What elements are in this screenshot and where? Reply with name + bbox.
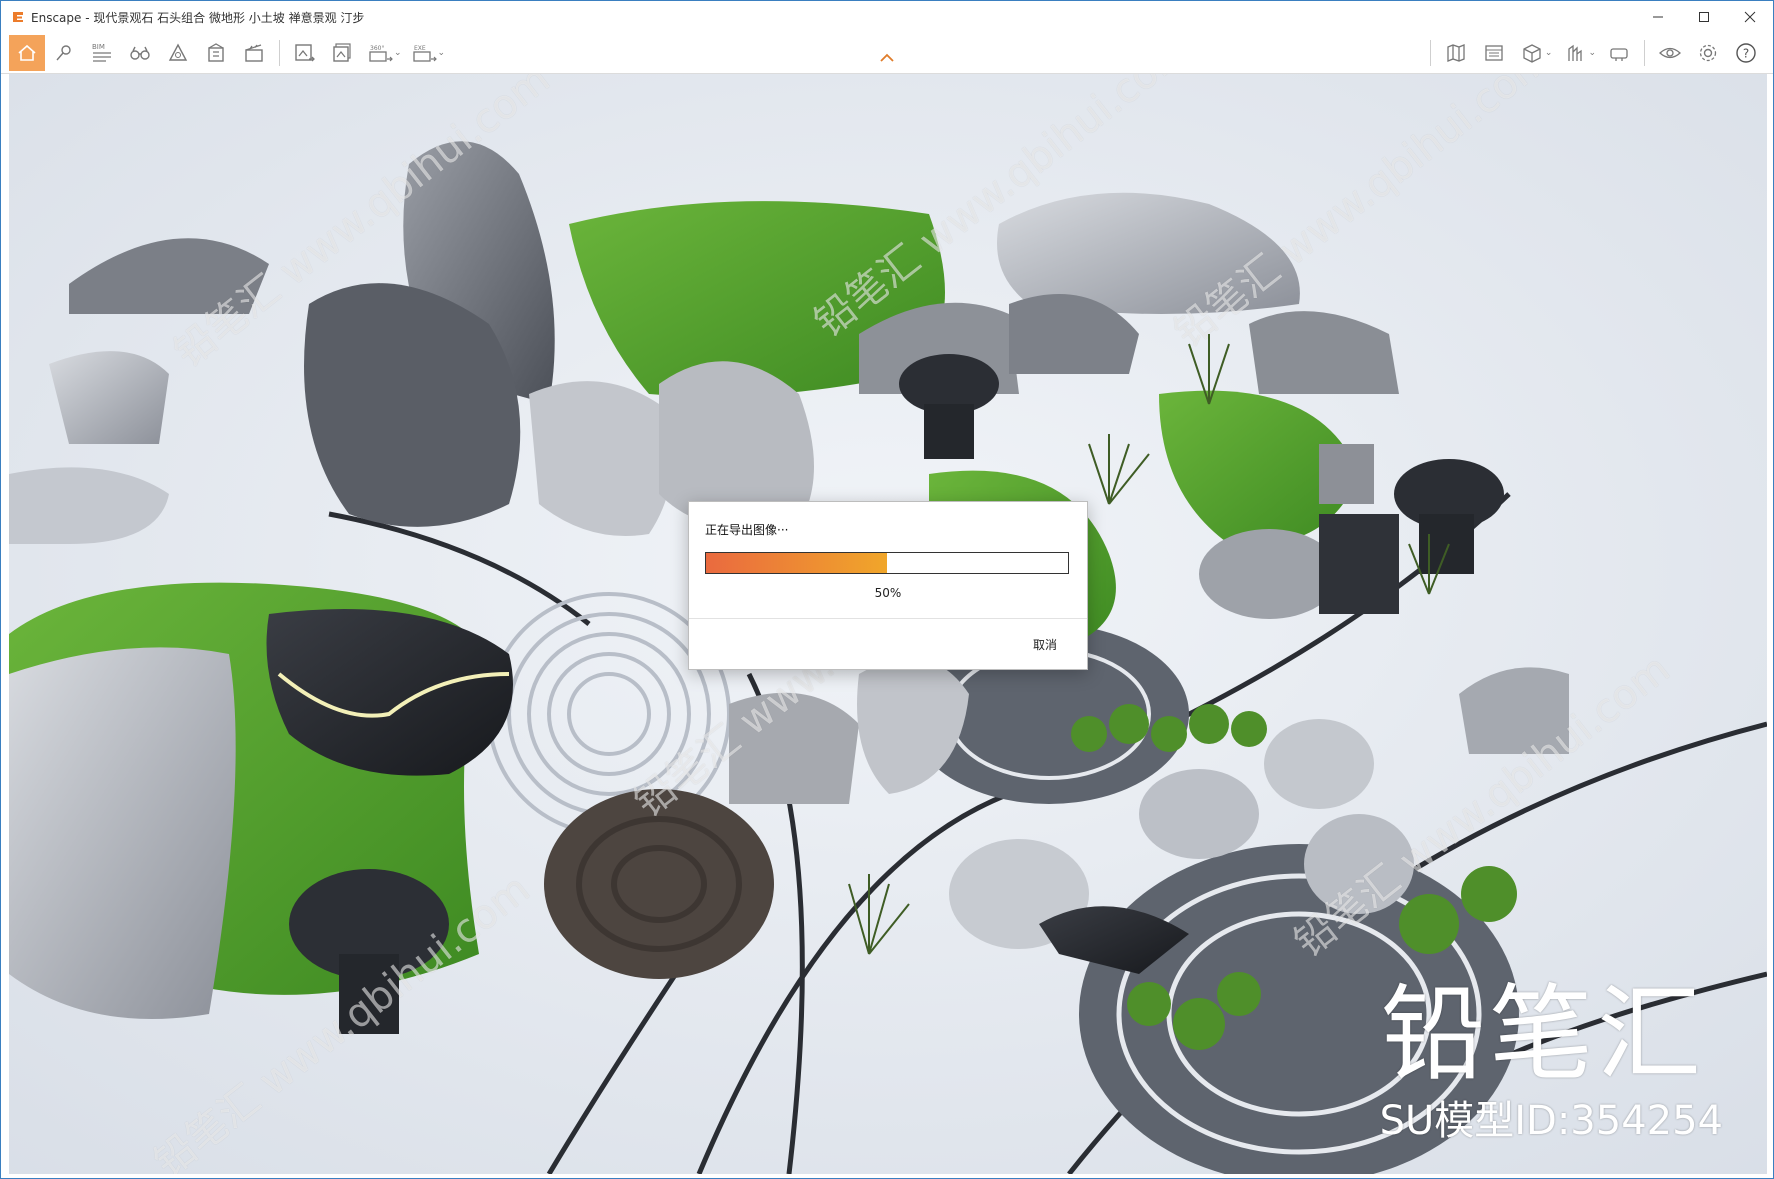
maximize-icon <box>1699 12 1709 22</box>
walk-mode-button[interactable] <box>1556 35 1594 71</box>
bim-button[interactable]: BIM <box>83 35 121 71</box>
home-button[interactable] <box>9 35 45 71</box>
building-icon <box>208 43 224 62</box>
collapse-toolbar-chevron-icon[interactable] <box>879 51 895 67</box>
binoculars-icon <box>130 46 150 60</box>
general-settings-button[interactable] <box>1689 35 1727 71</box>
title-bar: Enscape - 现代景观石 石头组合 微地形 小土坡 禅意景观 汀步 <box>1 1 1773 33</box>
exe-export-icon: EXE <box>412 45 437 62</box>
dialog-title: 正在导出图像··· <box>705 523 789 537</box>
svg-text:360°: 360° <box>370 45 384 52</box>
cube-icon <box>1523 44 1541 63</box>
close-icon <box>1744 11 1756 23</box>
export-progress-bar <box>705 552 1069 574</box>
progress-percent-label: 50% <box>874 586 902 600</box>
asset-library-icon <box>168 43 188 61</box>
cancel-button[interactable]: 取消 <box>1033 636 1057 653</box>
main-toolbar: BIM 360° ⌄ EXE ⌄ ⌄ ⌄ ? <box>1 33 1773 74</box>
vr-headset-icon <box>1610 48 1628 61</box>
export-exe-button[interactable]: EXE <box>406 35 444 71</box>
home-icon <box>18 44 36 61</box>
eye-icon <box>1659 47 1681 59</box>
svg-text:?: ? <box>1743 47 1749 61</box>
minimap-icon <box>1485 45 1503 61</box>
asset-library-button[interactable] <box>159 35 197 71</box>
svg-text:EXE: EXE <box>414 45 426 52</box>
dialog-divider <box>689 618 1087 619</box>
views-button[interactable] <box>121 35 159 71</box>
enscape-logo-icon <box>13 12 23 22</box>
bim-icon: BIM <box>92 43 111 62</box>
materials-button[interactable] <box>197 35 235 71</box>
minimize-icon <box>1653 16 1663 18</box>
toolbar-separator <box>279 40 280 66</box>
video-editor-button[interactable] <box>235 35 273 71</box>
minimap-button[interactable] <box>1475 35 1513 71</box>
batch-render-icon <box>333 43 351 62</box>
location-button[interactable] <box>45 35 83 71</box>
orthographic-view-button[interactable] <box>1513 35 1551 71</box>
help-button[interactable]: ? <box>1727 35 1765 71</box>
batch-render-button[interactable] <box>324 35 362 71</box>
close-button[interactable] <box>1727 1 1773 33</box>
visual-settings-button[interactable] <box>1651 35 1689 71</box>
clapperboard-icon <box>245 44 263 62</box>
progress-fill <box>706 553 887 573</box>
brand-logo-text: 铅笔汇 <box>1380 973 1705 1095</box>
svg-text:BIM: BIM <box>92 43 105 51</box>
screenshot-icon <box>295 44 315 62</box>
walk-mode-icon <box>1568 44 1583 61</box>
model-id-text: SU模型ID:354254 <box>1379 1098 1723 1144</box>
enscape-window: Enscape - 现代景观石 石头组合 微地形 小土坡 禅意景观 汀步 BIM… <box>0 0 1774 1179</box>
toolbar-separator <box>1644 40 1645 66</box>
screenshot-button[interactable] <box>286 35 324 71</box>
toolbar-separator <box>1429 40 1431 66</box>
maximize-button[interactable] <box>1681 1 1727 33</box>
map-pin-icon <box>56 45 71 61</box>
map-button[interactable] <box>1437 35 1475 71</box>
export-progress-dialog: 正在导出图像··· 50% 取消 <box>688 501 1088 670</box>
panorama-icon: 360° <box>369 45 393 62</box>
help-icon: ? <box>1736 43 1756 63</box>
minimize-button[interactable] <box>1635 1 1681 33</box>
vr-headset-button[interactable] <box>1600 35 1638 71</box>
panorama-button[interactable]: 360° <box>362 35 400 71</box>
window-title: Enscape - 现代景观石 石头组合 微地形 小土坡 禅意景观 汀步 <box>31 10 365 25</box>
gear-icon <box>1699 44 1717 62</box>
map-icon <box>1447 44 1465 62</box>
